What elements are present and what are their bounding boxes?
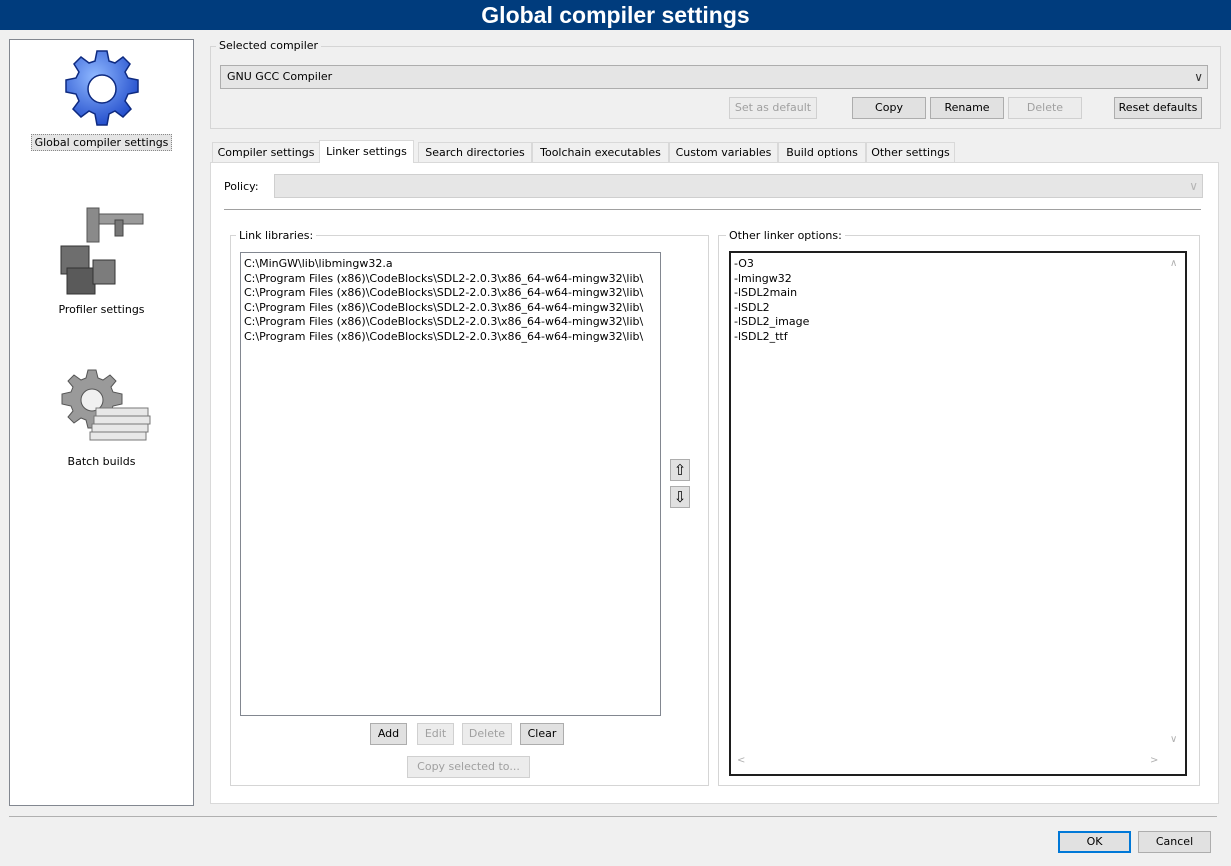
policy-label: Policy:: [224, 180, 259, 193]
delete-compiler-button[interactable]: Delete: [1008, 97, 1082, 119]
settings-sidebar: Global compiler settings Profiler settin…: [9, 39, 194, 806]
sidebar-item-profiler-settings[interactable]: Profiler settings: [10, 198, 193, 317]
clear-libraries-button[interactable]: Clear: [520, 723, 564, 745]
text-line: -lSDL2_ttf: [734, 329, 788, 343]
tab-toolchain-executables[interactable]: Toolchain executables: [532, 142, 669, 162]
list-item[interactable]: C:\Program Files (x86)\CodeBlocks\SDL2-2…: [244, 286, 657, 301]
scroll-up-icon[interactable]: ∧: [1170, 258, 1177, 269]
link-libraries-label: Link libraries:: [236, 229, 317, 242]
compiler-select[interactable]: GNU GCC Compiler ∨: [220, 65, 1208, 89]
cancel-button[interactable]: Cancel: [1138, 831, 1211, 853]
ok-button[interactable]: OK: [1058, 831, 1131, 853]
other-linker-options-label: Other linker options:: [726, 229, 845, 242]
sidebar-item-label: Profiler settings: [58, 303, 145, 316]
window-title: Global compiler settings: [0, 0, 1231, 30]
chevron-down-icon: ∨: [1194, 70, 1203, 84]
other-linker-options-textarea[interactable]: -O3 -lmingw32 -lSDL2main -lSDL2 -lSDL2_i…: [729, 251, 1187, 776]
tab-search-directories[interactable]: Search directories: [418, 142, 532, 162]
text-line: -lSDL2main: [734, 286, 798, 299]
text-line: -lSDL2_image: [734, 315, 810, 328]
sidebar-item-label: Global compiler settings: [30, 134, 173, 151]
profiler-icon: [60, 207, 143, 295]
move-up-icon[interactable]: ⇧: [670, 459, 690, 481]
move-down-icon[interactable]: ⇩: [670, 486, 690, 508]
list-item[interactable]: C:\Program Files (x86)\CodeBlocks\SDL2-2…: [244, 301, 657, 316]
list-item[interactable]: C:\MinGW\lib\libmingw32.a: [244, 257, 657, 272]
copy-compiler-button[interactable]: Copy: [852, 97, 926, 119]
text-line: -O3: [734, 257, 754, 270]
tab-build-options[interactable]: Build options: [778, 142, 866, 162]
add-library-button[interactable]: Add: [370, 723, 407, 745]
list-item[interactable]: C:\Program Files (x86)\CodeBlocks\SDL2-2…: [244, 330, 657, 345]
compiler-select-value: GNU GCC Compiler: [227, 70, 333, 83]
reset-defaults-button[interactable]: Reset defaults: [1114, 97, 1202, 119]
delete-library-button[interactable]: Delete: [462, 723, 512, 745]
list-item[interactable]: C:\Program Files (x86)\CodeBlocks\SDL2-2…: [244, 315, 657, 330]
sidebar-item-batch-builds[interactable]: Batch builds: [10, 364, 193, 469]
sidebar-item-global-compiler-settings[interactable]: Global compiler settings: [10, 48, 193, 151]
scroll-left-icon[interactable]: <: [737, 755, 745, 766]
policy-select[interactable]: ∨: [274, 174, 1203, 198]
policy-divider: [224, 209, 1201, 210]
gear-icon: [64, 50, 139, 126]
footer-divider: [9, 816, 1217, 817]
tab-compiler-settings[interactable]: Compiler settings: [212, 142, 320, 162]
chevron-down-icon: ∨: [1189, 179, 1198, 193]
set-as-default-button[interactable]: Set as default: [729, 97, 817, 119]
scroll-right-icon[interactable]: >: [1150, 755, 1158, 766]
list-item[interactable]: C:\Program Files (x86)\CodeBlocks\SDL2-2…: [244, 272, 657, 287]
tab-custom-variables[interactable]: Custom variables: [669, 142, 778, 162]
text-line: -lSDL2: [734, 300, 770, 314]
text-line: -lmingw32: [734, 271, 792, 285]
selected-compiler-label: Selected compiler: [216, 39, 322, 52]
tab-linker-settings[interactable]: Linker settings: [319, 140, 414, 163]
rename-compiler-button[interactable]: Rename: [930, 97, 1004, 119]
sidebar-item-label: Batch builds: [67, 455, 136, 468]
link-libraries-list[interactable]: C:\MinGW\lib\libmingw32.a C:\Program Fil…: [240, 252, 661, 716]
tab-other-settings[interactable]: Other settings: [866, 142, 955, 162]
edit-library-button[interactable]: Edit: [417, 723, 454, 745]
scroll-down-icon[interactable]: ∨: [1170, 734, 1177, 745]
batch-builds-icon: [61, 369, 150, 441]
copy-selected-to-button[interactable]: Copy selected to...: [407, 756, 530, 778]
